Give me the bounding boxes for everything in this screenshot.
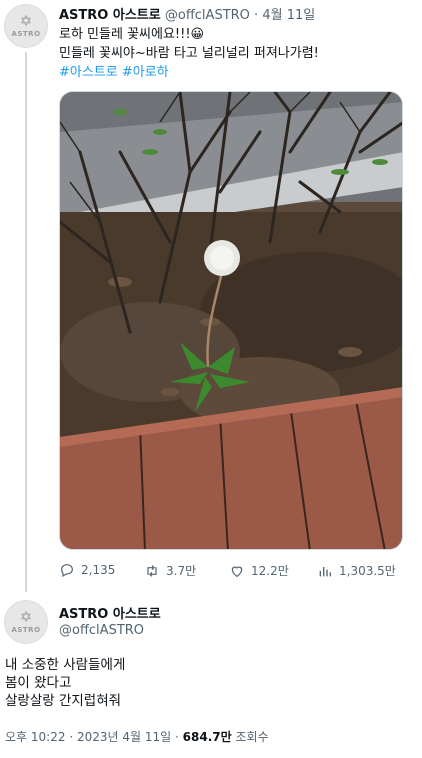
tweet-text: 로하 민들레 꽃씨에요!!!😀 민들레 꽃씨야~바람 타고 널리널리 퍼져나가렴…: [59, 25, 409, 82]
avatar-logo-text: ASTRO: [11, 626, 41, 634]
tweet-2[interactable]: ✡ ASTRO ASTRO 아스트로 @offclASTRO 내 소중한 사람들…: [0, 600, 422, 758]
views-button[interactable]: 1,303.5만: [317, 562, 396, 579]
reply-icon: [61, 564, 73, 578]
tweet-text: 내 소중한 사람들에게 봄이 왔다고 살랑살랑 간지럽혀줘: [5, 656, 125, 710]
reply-count: 2,135: [81, 563, 116, 577]
views-count: 1,303.5만: [339, 564, 396, 578]
like-button[interactable]: 12.2만: [229, 562, 289, 579]
separator: ·: [69, 730, 74, 744]
views-icon: [319, 566, 331, 576]
tweet-text-line: 살랑살랑 간지럽혀줘: [5, 693, 122, 709]
tweet-text-line: 로하 민들레 꽃씨에요!!!😀: [59, 27, 205, 42]
hashtag-link[interactable]: #아로하: [122, 65, 169, 80]
tweet-time[interactable]: 오후 10:22: [5, 730, 65, 744]
tweet-text-line: 내 소중한 사람들에게: [5, 657, 126, 673]
tweet-actions: 2,135 3.7만 12.2만 1,303.5만: [59, 562, 409, 582]
hashtag-link[interactable]: #아스트로: [59, 65, 118, 80]
avatar[interactable]: ✡ ASTRO: [4, 4, 48, 48]
view-count: 684.7만: [182, 730, 232, 744]
author-handle[interactable]: @offclASTRO: [165, 8, 250, 23]
avatar-logo-text: ASTRO: [11, 30, 41, 38]
tweet-photo[interactable]: [59, 91, 403, 550]
tweet-date[interactable]: 2023년 4월 11일: [77, 730, 171, 744]
reply-button[interactable]: 2,135: [59, 562, 115, 578]
author-name[interactable]: ASTRO 아스트로: [59, 8, 161, 23]
retweet-count: 3.7만: [166, 564, 197, 578]
retweet-icon: [147, 564, 157, 577]
hashtags: #아스트로 #아로하: [59, 63, 409, 82]
tweet-header: ASTRO 아스트로 @offclASTRO · 4월 11일: [59, 4, 315, 23]
dandelion-photo: [60, 92, 402, 549]
separator: ·: [254, 8, 259, 23]
retweet-button[interactable]: 3.7만: [144, 562, 196, 579]
separator: ·: [175, 730, 179, 744]
tweet-1[interactable]: ✡ ASTRO ASTRO 아스트로 @offclASTRO · 4월 11일 …: [0, 0, 422, 600]
tweet-date[interactable]: 4월 11일: [262, 8, 315, 23]
avatar[interactable]: ✡ ASTRO: [4, 600, 48, 644]
view-label: 조회수: [235, 730, 269, 744]
tweet-meta: 오후 10:22 · 2023년 4월 11일 · 684.7만 조회수: [5, 728, 269, 745]
author-name[interactable]: ASTRO 아스트로: [59, 603, 161, 622]
author-handle[interactable]: @offclASTRO: [59, 623, 144, 638]
astro-logo-icon: ✡: [19, 608, 33, 626]
like-count: 12.2만: [251, 564, 289, 578]
tweet-text-line: 민들레 꽃씨야~바람 타고 널리널리 퍼져나가렴!: [59, 46, 319, 61]
like-icon: [231, 566, 243, 577]
tweet-text-line: 봄이 왔다고: [5, 675, 72, 691]
astro-logo-icon: ✡: [19, 12, 33, 30]
thread-line: [25, 52, 27, 592]
